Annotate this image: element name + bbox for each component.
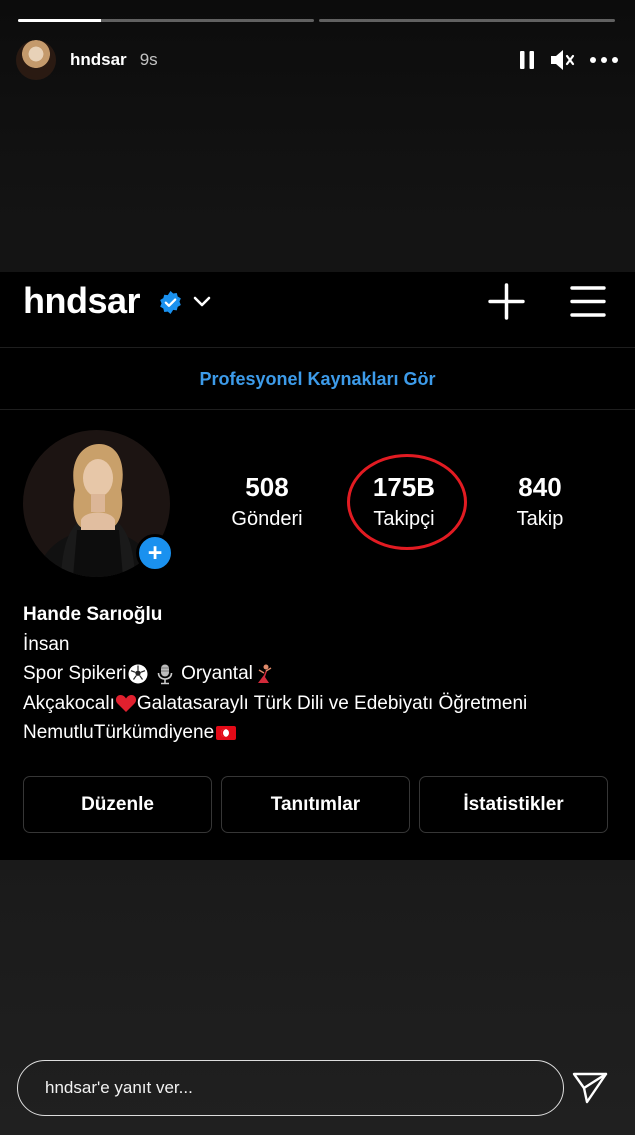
plus-icon[interactable] — [488, 283, 525, 320]
bio-line-3-text-b: Galatasaraylı Türk Dili ve Edebiyatı Öğr… — [136, 692, 528, 714]
bio-line-2: Spor Spikeri Oryantal — [23, 659, 527, 689]
progress-segment-1 — [18, 19, 314, 22]
progress-segment-2 — [319, 19, 615, 22]
following-label: Takip — [516, 508, 564, 530]
story-username[interactable]: hndsar — [70, 50, 127, 70]
send-icon[interactable] — [572, 1071, 608, 1105]
bio-line-4: NemutluTürkümdiyene — [23, 718, 527, 748]
bio-line-1: İnsan — [23, 633, 70, 655]
dancer-icon — [257, 664, 272, 683]
add-story-plus-icon[interactable]: + — [136, 534, 174, 572]
posts-count: 508 — [245, 472, 289, 502]
more-icon[interactable] — [589, 56, 619, 64]
story-controls — [519, 49, 619, 71]
profile-display-name: Hande Sarıoğlu — [23, 604, 163, 625]
profile-topbar: hndsar — [0, 272, 635, 348]
turkey-flag-icon — [216, 725, 237, 740]
professional-resources-link[interactable]: Profesyonel Kaynakları Gör — [199, 369, 435, 390]
bio-line-3-text-a: Akçakocalı — [23, 692, 115, 714]
bio-line-2-text-a: Spor Spikeri — [23, 663, 127, 684]
profile-screenshot: hndsar Profesyonel Kaynakları Gör + 508 … — [0, 272, 635, 860]
insights-button[interactable]: İstatistikler — [419, 776, 608, 833]
red-highlight-circle — [347, 454, 467, 550]
hamburger-menu-icon[interactable] — [570, 285, 606, 318]
stat-posts[interactable]: 508 Gönderi — [202, 472, 332, 531]
chevron-down-icon[interactable] — [192, 292, 212, 312]
following-count: 840 — [518, 472, 562, 502]
verified-badge-icon — [160, 291, 181, 314]
story-progress-bar — [18, 19, 615, 23]
mute-icon[interactable] — [549, 49, 575, 71]
pause-icon[interactable] — [519, 50, 535, 70]
stat-following[interactable]: 840 Takip — [475, 472, 605, 531]
posts-label: Gönderi — [231, 508, 303, 530]
story-avatar[interactable] — [16, 40, 56, 80]
bio-line-3: Akçakocalı Galatasaraylı Türk Dili ve Ede… — [23, 689, 527, 719]
red-heart-icon — [115, 695, 136, 713]
reply-input[interactable]: hndsar'e yanıt ver... — [17, 1060, 564, 1116]
bio-line-2-text-b: Oryantal — [181, 663, 253, 684]
microphone-icon — [157, 664, 173, 685]
edit-profile-button[interactable]: Düzenle — [23, 776, 212, 833]
story-header: hndsar 9s — [16, 38, 619, 82]
professional-resources-banner[interactable]: Profesyonel Kaynakları Gör — [0, 349, 635, 410]
reply-placeholder: hndsar'e yanıt ver... — [45, 1078, 193, 1097]
story-timestamp: 9s — [139, 50, 158, 69]
profile-username[interactable]: hndsar — [23, 280, 141, 322]
bio-line-4-text: NemutluTürkümdiyene — [23, 722, 215, 743]
promotions-button[interactable]: Tanıtımlar — [221, 776, 410, 833]
profile-bio: Hande Sarıoğlu İnsan Spor Spikeri Oryant… — [23, 600, 527, 748]
soccer-ball-icon — [128, 664, 147, 684]
